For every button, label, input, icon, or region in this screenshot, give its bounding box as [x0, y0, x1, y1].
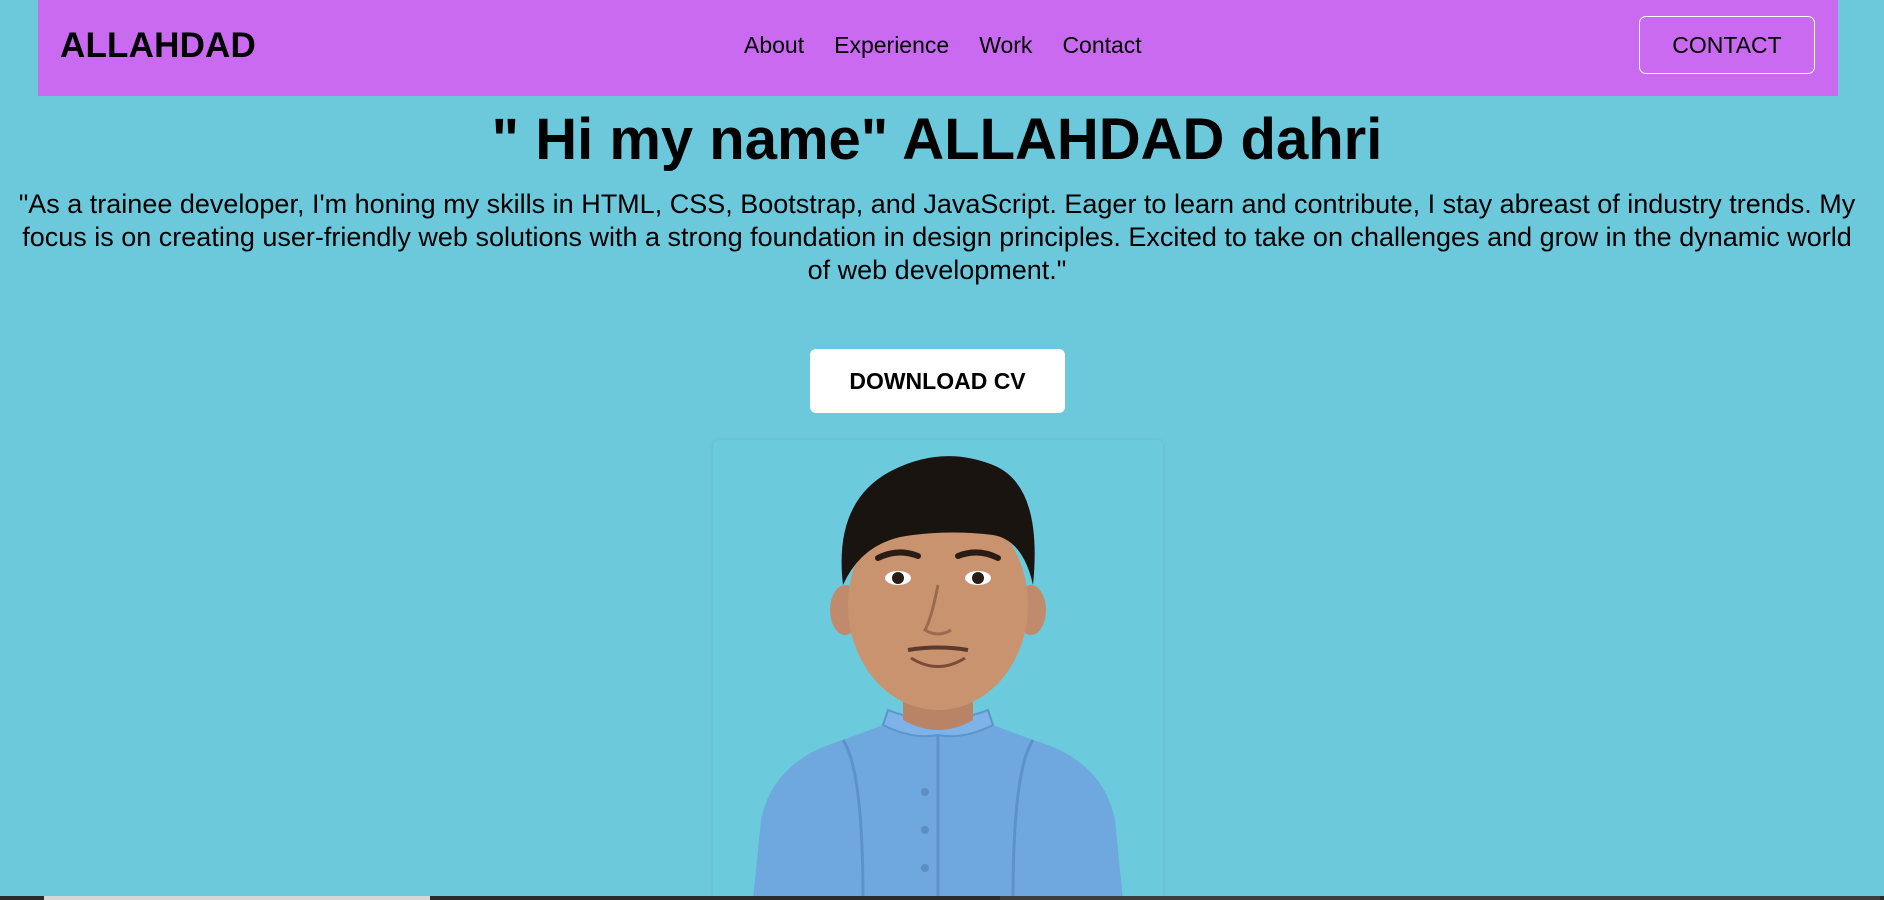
profile-photo — [753, 456, 1123, 900]
brand-logo[interactable]: ALLAHDAD — [60, 26, 256, 66]
nav-links: About Experience Work Contact — [744, 30, 1142, 60]
contact-button[interactable]: CONTACT — [1639, 16, 1815, 74]
bottom-scroll-segment — [1000, 896, 1880, 900]
profile-photo-card — [713, 440, 1163, 900]
hero-title: " Hi my name" ALLAHDAD dahri — [491, 107, 1383, 172]
page: ALLAHDAD About Experience Work Contact C… — [0, 0, 1884, 900]
hero-description: "As a trainee developer, I'm honing my s… — [18, 189, 1856, 285]
nav-link-experience[interactable]: Experience — [834, 30, 949, 60]
nav-link-about[interactable]: About — [744, 30, 804, 60]
bottom-scroll-thumb[interactable] — [44, 896, 430, 900]
nav-link-contact[interactable]: Contact — [1062, 30, 1141, 60]
download-cv-button[interactable]: DOWNLOAD CV — [810, 349, 1065, 413]
nav-link-work[interactable]: Work — [979, 30, 1032, 60]
navbar: ALLAHDAD About Experience Work Contact C… — [38, 0, 1838, 96]
